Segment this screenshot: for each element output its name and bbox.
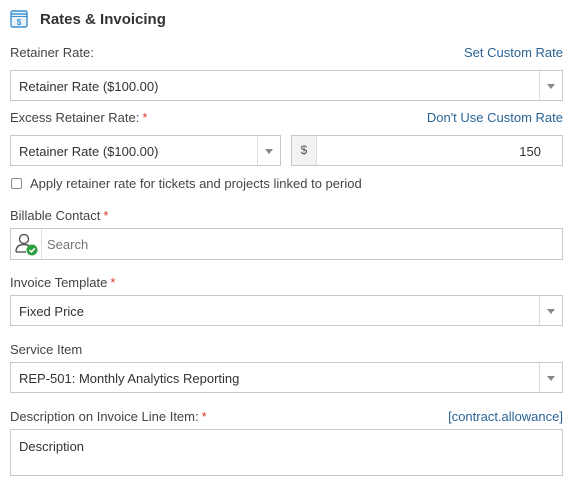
retainer-rate-label-text: Retainer Rate:	[10, 45, 94, 60]
dont-use-custom-rate-link[interactable]: Don't Use Custom Rate	[427, 110, 563, 125]
retainer-rate-value: Retainer Rate ($100.00)	[19, 79, 159, 94]
description-label-text: Description on Invoice Line Item:	[10, 409, 199, 424]
description-value: Description	[19, 439, 85, 454]
apply-retainer-label: Apply retainer rate for tickets and proj…	[30, 176, 362, 191]
apply-retainer-checkbox[interactable]	[11, 178, 22, 189]
excess-retainer-rate-label: Excess Retainer Rate: *	[10, 110, 147, 125]
contact-search-input[interactable]	[42, 229, 557, 259]
chevron-down-icon	[539, 296, 562, 325]
contract-allowance-link[interactable]: [contract.allowance]	[448, 409, 563, 424]
billable-contact-label: Billable Contact *	[10, 208, 108, 223]
invoice-template-label: Invoice Template *	[10, 275, 115, 290]
description-label: Description on Invoice Line Item: *	[10, 409, 207, 424]
invoice-icon: $	[10, 10, 28, 28]
chevron-down-icon	[539, 363, 562, 392]
svg-text:$: $	[17, 18, 22, 27]
chevron-down-icon	[257, 136, 280, 165]
required-marker: *	[142, 110, 148, 125]
billable-contact-label-text: Billable Contact	[10, 208, 101, 223]
excess-retainer-rate-select[interactable]: Retainer Rate ($100.00)	[10, 135, 281, 166]
billable-contact-search[interactable]	[10, 228, 563, 260]
required-marker: *	[103, 208, 109, 223]
service-item-value: REP-501: Monthly Analytics Reporting	[19, 371, 240, 386]
invoice-template-label-text: Invoice Template	[10, 275, 108, 290]
service-item-label: Service Item	[10, 342, 83, 357]
excess-retainer-rate-value: Retainer Rate ($100.00)	[19, 144, 159, 159]
currency-symbol: $	[292, 136, 317, 165]
excess-retainer-rate-label-text: Excess Retainer Rate:	[10, 110, 140, 125]
service-item-select[interactable]: REP-501: Monthly Analytics Reporting	[10, 362, 563, 393]
retainer-rate-select[interactable]: Retainer Rate ($100.00)	[10, 70, 563, 101]
section-title: Rates & Invoicing	[40, 11, 166, 28]
excess-rate-amount-value: 150	[519, 144, 541, 159]
set-custom-rate-link[interactable]: Set Custom Rate	[464, 45, 563, 60]
description-textarea[interactable]: Description	[10, 429, 563, 476]
required-marker: *	[110, 275, 116, 290]
required-marker: *	[201, 409, 207, 424]
chevron-down-icon	[539, 71, 562, 100]
excess-rate-amount-field[interactable]: $ 150	[291, 135, 563, 166]
contact-check-icon	[11, 229, 42, 259]
invoice-template-select[interactable]: Fixed Price	[10, 295, 563, 326]
invoice-template-value: Fixed Price	[19, 304, 85, 319]
retainer-rate-label: Retainer Rate:	[10, 45, 94, 60]
